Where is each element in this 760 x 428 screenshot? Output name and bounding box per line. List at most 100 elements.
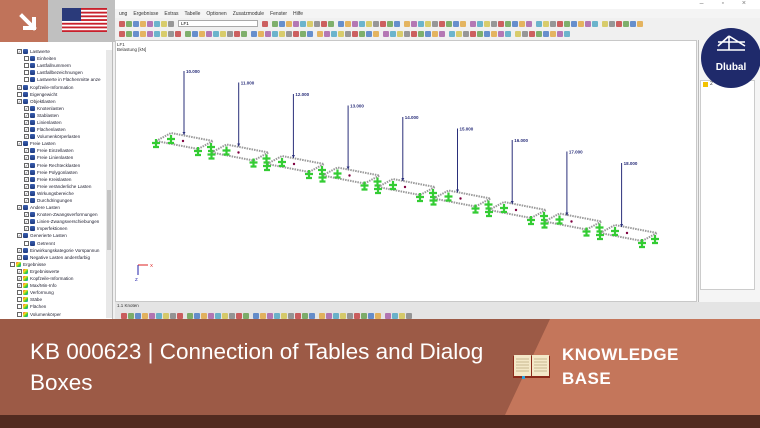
checkbox[interactable] [24, 240, 29, 246]
checkbox[interactable] [17, 297, 22, 303]
toolbar-button-icon[interactable] [185, 30, 191, 37]
toolbar-button-icon[interactable] [161, 30, 167, 37]
toolbar-button-icon[interactable] [470, 30, 476, 37]
toolbar-button-icon[interactable] [585, 20, 591, 27]
toolbar-button-icon[interactable] [592, 20, 598, 27]
toolbar-button-icon[interactable] [175, 30, 181, 37]
checkbox[interactable] [10, 261, 15, 267]
toolbar-button-icon[interactable] [279, 20, 285, 27]
tree-item[interactable]: ✓ Flächenlasten [0, 126, 112, 133]
toolbar-button-icon[interactable] [578, 20, 584, 27]
toolbar-button-icon[interactable] [354, 312, 360, 319]
toolbar-button-icon[interactable] [222, 312, 228, 319]
toolbar-button-icon[interactable] [147, 20, 153, 27]
checkbox[interactable] [17, 304, 22, 310]
toolbar-button-icon[interactable] [314, 20, 320, 27]
tree-item[interactable]: Ergebnisse [0, 261, 112, 268]
toolbar-button-icon[interactable] [359, 20, 365, 27]
toolbar-button-icon[interactable] [168, 20, 174, 27]
toolbar-button-icon[interactable] [477, 20, 483, 27]
toolbar-button-icon[interactable] [293, 30, 299, 37]
toolbar-button-icon[interactable] [522, 30, 528, 37]
checkbox[interactable]: ✓ [17, 84, 22, 90]
toolbar-button-icon[interactable] [352, 30, 358, 37]
toolbar-button-icon[interactable] [385, 312, 391, 319]
checkbox[interactable]: ✓ [17, 49, 22, 55]
toolbar-button-icon[interactable] [512, 20, 518, 27]
toolbar-button-icon[interactable] [279, 30, 285, 37]
toolbar-button-icon[interactable] [602, 20, 608, 27]
scrollbar-thumb[interactable] [107, 190, 111, 250]
toolbar-button-icon[interactable] [295, 312, 301, 319]
toolbar-button-icon[interactable] [366, 30, 372, 37]
toolbar-button-icon[interactable] [623, 20, 629, 27]
toolbar-button-icon[interactable] [126, 30, 132, 37]
checkbox[interactable]: ✓ [17, 141, 22, 147]
menu-item[interactable]: Ergebnisse [133, 11, 158, 17]
toolbar-button-icon[interactable] [484, 30, 490, 37]
menu-item[interactable]: Optionen [206, 11, 226, 17]
toolbar-button-icon[interactable] [324, 30, 330, 37]
toolbar-button-icon[interactable] [194, 312, 200, 319]
toolbar-button-icon[interactable] [352, 20, 358, 27]
toolbar-button-icon[interactable] [333, 312, 339, 319]
checkbox[interactable] [24, 63, 29, 69]
toolbar-button-icon[interactable] [571, 20, 577, 27]
toolbar-button-icon[interactable] [550, 20, 556, 27]
toolbar-button-icon[interactable] [526, 20, 532, 27]
checkbox[interactable]: ✓ [24, 112, 29, 118]
window-controls[interactable]: – ▫ × [700, 0, 754, 7]
table-tab-label[interactable]: 1.1 Knoten [117, 303, 139, 308]
checkbox[interactable]: ✓ [24, 162, 29, 168]
tree-item[interactable]: ✓ Freie Kreislasten [0, 176, 112, 183]
checkbox[interactable]: ✓ [17, 276, 22, 282]
toolbar-button-icon[interactable] [192, 30, 198, 37]
toolbar-button-icon[interactable] [543, 30, 549, 37]
checkbox[interactable]: ✓ [24, 119, 29, 125]
toolbar-button-icon[interactable] [307, 20, 313, 27]
checkbox[interactable]: ✓ [17, 233, 22, 239]
tree-item[interactable]: ✓ Wirkungsbereiche [0, 190, 112, 197]
toolbar-button-icon[interactable] [425, 30, 431, 37]
toolbar-button-icon[interactable] [404, 20, 410, 27]
checkbox[interactable] [24, 70, 29, 76]
toolbar-button-icon[interactable] [133, 20, 139, 27]
tree-item[interactable]: ✓ Max/Min-Info [0, 282, 112, 289]
checkbox[interactable]: ✓ [24, 212, 29, 218]
toolbar-button-icon[interactable] [543, 20, 549, 27]
menu-item[interactable]: Hilfe [293, 11, 303, 17]
toolbar-button-icon[interactable] [149, 312, 155, 319]
tree-item[interactable]: ✓ Kopfzeile-Information [0, 83, 112, 90]
model-canvas[interactable]: 10.000 11.000 12.000 13.000 14.000 15.000 16.0… [115, 40, 697, 302]
checkbox[interactable] [17, 290, 22, 296]
toolbar-button-icon[interactable] [397, 30, 403, 37]
tree-item[interactable]: ✓ Imperfektionen [0, 225, 112, 232]
toolbar-button-icon[interactable] [390, 30, 396, 37]
toolbar-button-icon[interactable] [564, 30, 570, 37]
checkbox[interactable]: ✓ [17, 268, 22, 274]
toolbar-button-icon[interactable] [432, 30, 438, 37]
tree-item[interactable]: ✓ Freie Rechtecklasten [0, 162, 112, 169]
toolbar-button-icon[interactable] [446, 20, 452, 27]
toolbar-button-icon[interactable] [432, 20, 438, 27]
menu-item[interactable]: ung [119, 11, 127, 17]
tree-item[interactable]: ✓ Kopfzeile-Information [0, 275, 112, 282]
toolbar-button-icon[interactable] [253, 312, 259, 319]
toolbar-button-icon[interactable] [406, 312, 412, 319]
toolbar-button-icon[interactable] [251, 30, 257, 37]
toolbar-button-icon[interactable] [170, 312, 176, 319]
menu-item[interactable]: Zusatzmodule [233, 11, 264, 17]
toolbar-button-icon[interactable] [142, 312, 148, 319]
toolbar-button-icon[interactable] [199, 30, 205, 37]
menu-item[interactable]: Fenster [270, 11, 287, 17]
tree-item[interactable]: Lastfallnummern [0, 62, 112, 69]
toolbar-button-icon[interactable] [536, 30, 542, 37]
tree-item[interactable]: ✓ Stablasten [0, 112, 112, 119]
toolbar-button-icon[interactable] [519, 20, 525, 27]
toolbar-button-icon[interactable] [126, 20, 132, 27]
checkbox[interactable]: ✓ [17, 247, 22, 253]
toolbar-button-icon[interactable] [293, 20, 299, 27]
toolbar-button-icon[interactable] [206, 30, 212, 37]
toolbar-button-icon[interactable] [272, 20, 278, 27]
navigator-scrollbar[interactable] [106, 50, 112, 318]
